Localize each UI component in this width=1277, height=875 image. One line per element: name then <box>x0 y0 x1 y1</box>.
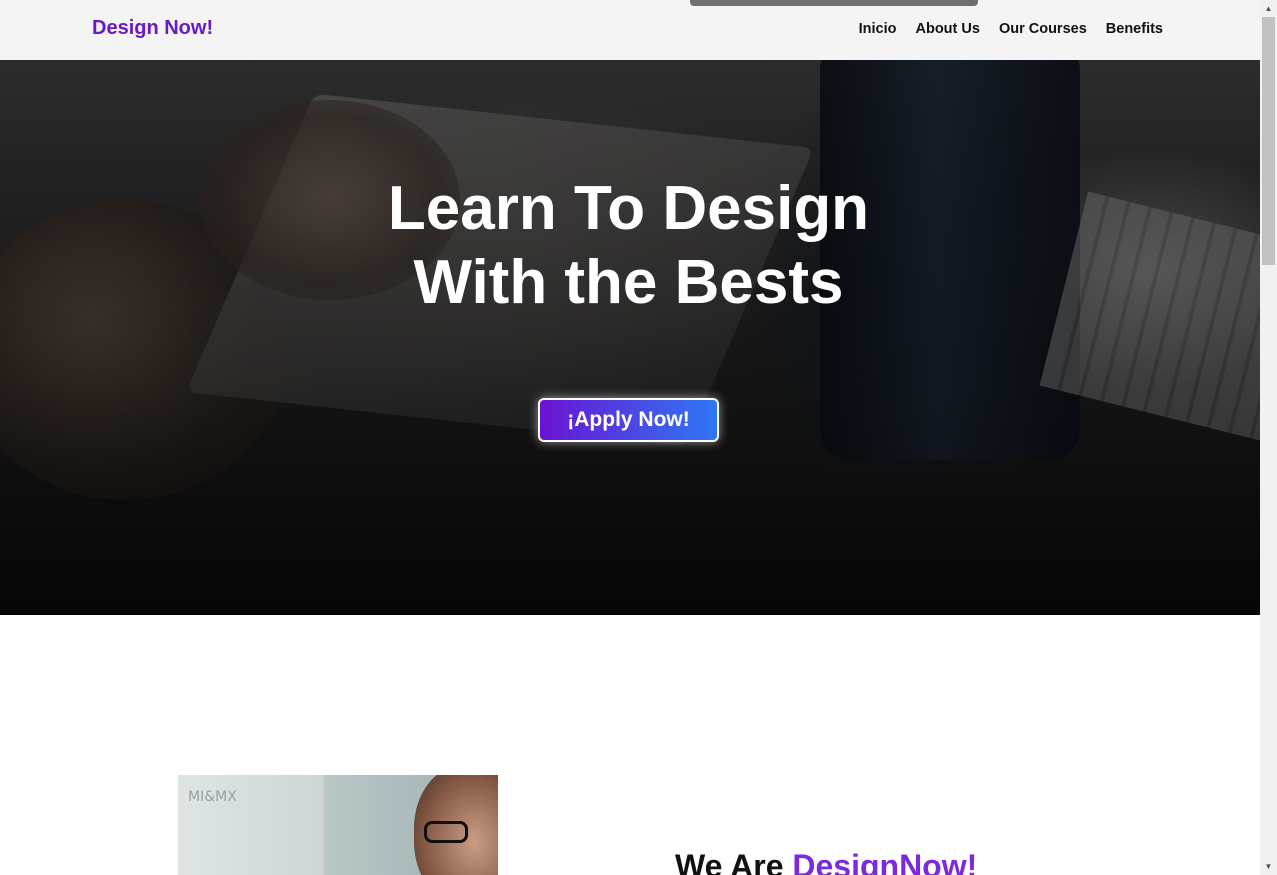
nav-link-about-us[interactable]: About Us <box>916 21 980 37</box>
nav-link-inicio[interactable]: Inicio <box>859 21 897 37</box>
about-image: MI&MX <box>178 775 498 875</box>
hero-section: Learn To Design With the Bests ¡Apply No… <box>0 60 1260 615</box>
browser-overlay-tab <box>690 0 978 6</box>
chevron-up-icon[interactable]: ▲ <box>1260 0 1277 17</box>
navbar: Design Now! Inicio About Us Our Courses … <box>0 0 1260 60</box>
apply-now-button[interactable]: ¡Apply Now! <box>538 398 719 442</box>
about-title-accent: DesignNow! <box>792 848 978 875</box>
hero-dark-overlay <box>0 60 1260 615</box>
nav-link-our-courses[interactable]: Our Courses <box>999 21 1087 37</box>
hero-title: Learn To Design With the Bests <box>0 172 1257 320</box>
about-image-brand-text: MI&MX <box>188 789 237 805</box>
nav-link-benefits[interactable]: Benefits <box>1106 21 1163 37</box>
chevron-down-icon[interactable]: ▼ <box>1260 858 1277 875</box>
hero-title-line-2: With the Bests <box>413 248 844 317</box>
scrollbar-thumb[interactable] <box>1262 17 1275 265</box>
hero-title-line-1: Learn To Design <box>387 174 870 243</box>
about-title: We Are DesignNow! <box>675 848 977 875</box>
brand-logo-link[interactable]: Design Now! <box>92 17 213 40</box>
page-scrollbar[interactable]: ▲ ▼ <box>1260 0 1277 875</box>
about-title-prefix: We Are <box>675 848 793 875</box>
about-image-glasses <box>424 821 468 843</box>
page-viewport: Design Now! Inicio About Us Our Courses … <box>0 0 1260 875</box>
nav-links: Inicio About Us Our Courses Benefits <box>859 21 1163 37</box>
